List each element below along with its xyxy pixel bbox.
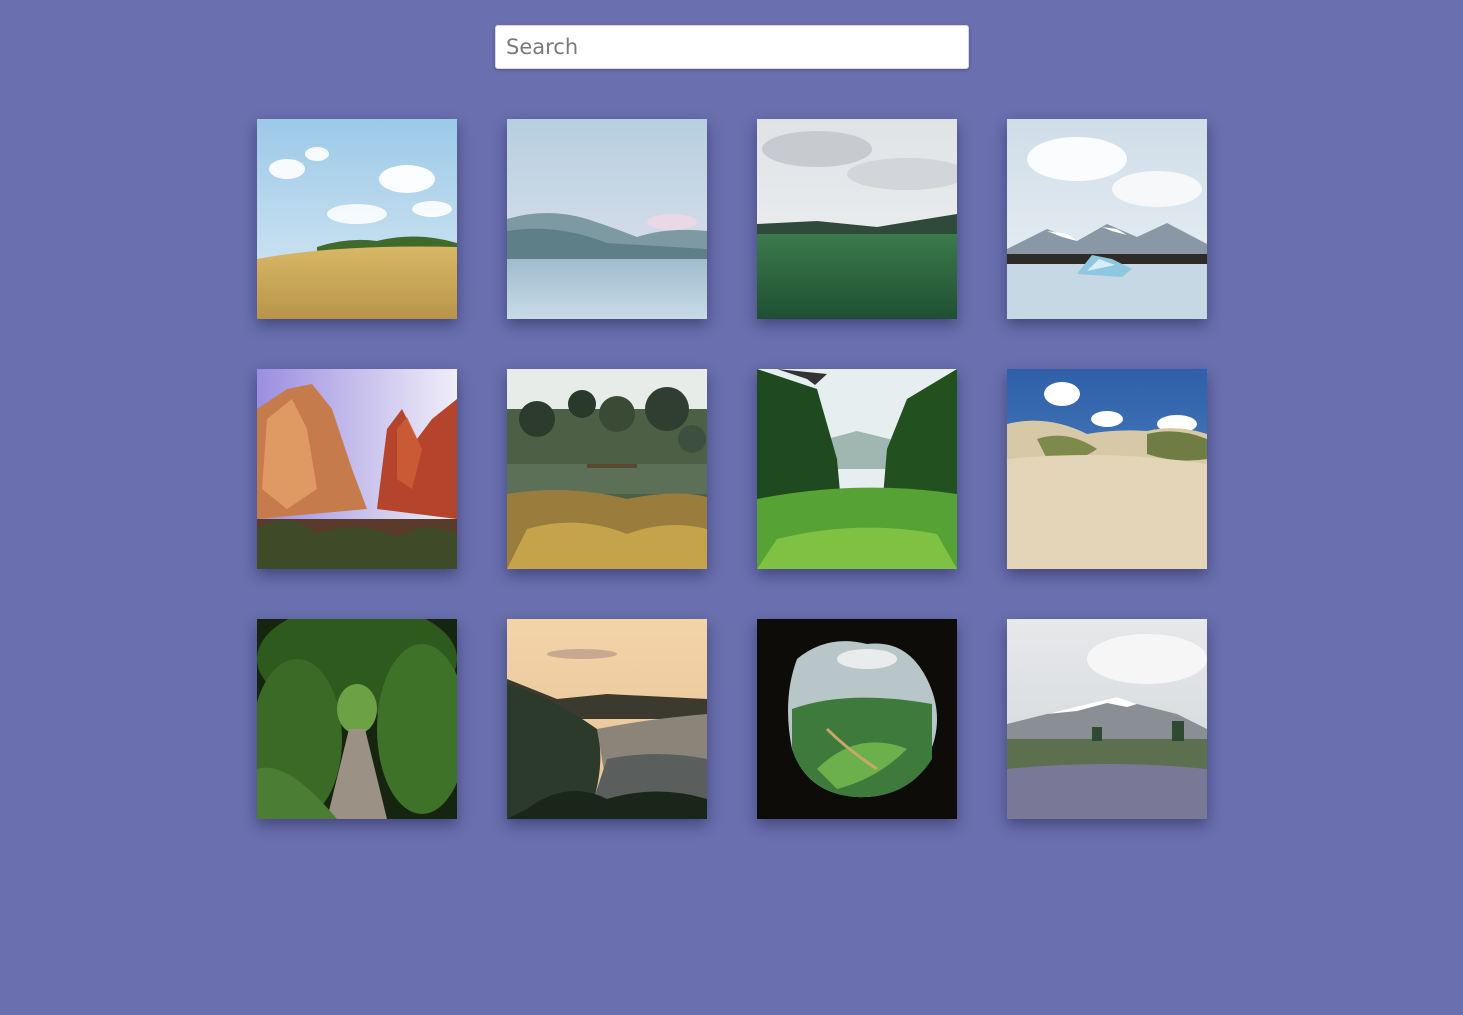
- photo-gallery: [257, 119, 1207, 819]
- photo-tile-cave-view-valley[interactable]: [757, 619, 957, 819]
- photo-tile-glacier-lagoon[interactable]: [1007, 119, 1207, 319]
- snowy-mountain-meadow-photo: [1007, 619, 1207, 819]
- photo-tile-coastal-sunset[interactable]: [507, 619, 707, 819]
- coastal-sunset-photo: [507, 619, 707, 819]
- sand-dunes-photo: [1007, 369, 1207, 569]
- search-container: [495, 25, 969, 69]
- photo-tile-green-grassland[interactable]: [757, 119, 957, 319]
- photo-tile-sand-dunes[interactable]: [1007, 369, 1207, 569]
- photo-tile-wheat-field[interactable]: [257, 119, 457, 319]
- photo-tile-forest-path[interactable]: [257, 619, 457, 819]
- red-canyon-cliffs-photo: [257, 369, 457, 569]
- green-valley-photo: [757, 369, 957, 569]
- cave-view-valley-photo: [757, 619, 957, 819]
- photo-tile-green-valley[interactable]: [757, 369, 957, 569]
- photo-tile-red-canyon-cliffs[interactable]: [257, 369, 457, 569]
- green-grassland-photo: [757, 119, 957, 319]
- wheat-field-photo: [257, 119, 457, 319]
- mountain-lake-photo: [507, 119, 707, 319]
- photo-tile-garden-trees[interactable]: [507, 369, 707, 569]
- glacier-lagoon-photo: [1007, 119, 1207, 319]
- forest-path-photo: [257, 619, 457, 819]
- search-input[interactable]: [495, 25, 969, 69]
- photo-tile-snowy-mountain-meadow[interactable]: [1007, 619, 1207, 819]
- garden-trees-photo: [507, 369, 707, 569]
- photo-tile-mountain-lake[interactable]: [507, 119, 707, 319]
